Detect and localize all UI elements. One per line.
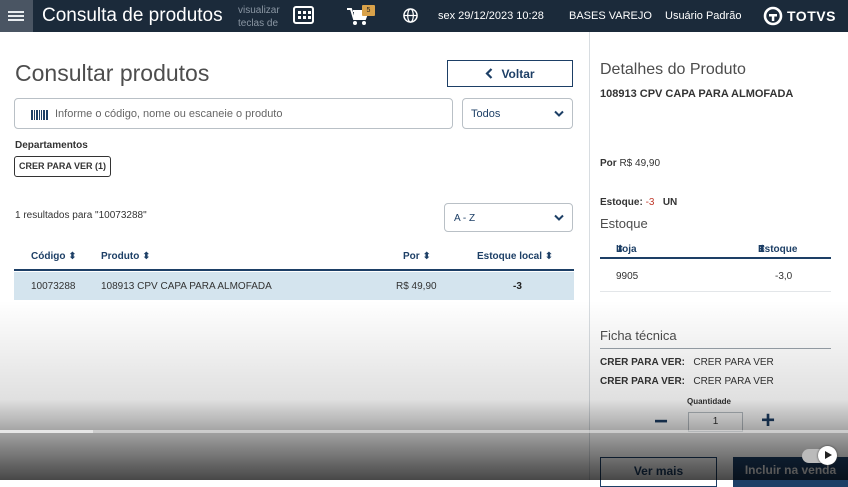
video-progress-fill bbox=[0, 430, 94, 433]
see-more-button[interactable]: Ver mais bbox=[600, 457, 717, 487]
ficha-divider bbox=[600, 348, 831, 349]
sort-icon: ⬍ bbox=[616, 244, 625, 255]
filter-select-value: Todos bbox=[471, 108, 501, 120]
cell-loja: 9905 bbox=[616, 271, 639, 282]
stock-section-title: Estoque bbox=[600, 216, 648, 231]
detail-price: Por R$ 49,90 bbox=[600, 158, 660, 169]
ficha-tecnica-title: Ficha técnica bbox=[600, 328, 677, 343]
cell-estoque-local: -3 bbox=[513, 281, 522, 292]
keyboard-hint-text: visualizar teclas de bbox=[238, 5, 280, 29]
stock-value: -3 bbox=[645, 197, 655, 208]
price-value: R$ 49,90 bbox=[619, 158, 661, 169]
spec-row: CRER PARA VER: CRER PARA VER bbox=[600, 357, 774, 368]
spec-value: CRER PARA VER bbox=[693, 357, 774, 368]
spec-label: CRER PARA VER: bbox=[600, 376, 686, 387]
search-box[interactable] bbox=[14, 98, 453, 129]
detail-product-name: 108913 CPV CAPA PARA ALMOFADA bbox=[600, 88, 794, 100]
top-bar: Consulta de produtos visualizar teclas d… bbox=[0, 0, 848, 32]
stock-unit: UN bbox=[662, 197, 678, 208]
column-header-codigo[interactable]: Código ⬍ bbox=[31, 251, 77, 262]
video-progress-bar[interactable] bbox=[0, 430, 848, 433]
back-button[interactable]: Voltar bbox=[447, 60, 573, 87]
keyboard-icon[interactable] bbox=[293, 6, 314, 24]
cell-codigo: 10073288 bbox=[31, 281, 76, 292]
cell-produto: 108913 CPV CAPA PARA ALMOFADA bbox=[101, 281, 272, 292]
stock-label: Estoque: bbox=[600, 197, 643, 208]
department-chip[interactable]: CRER PARA VER (1) bbox=[14, 156, 112, 177]
totvs-logo-icon bbox=[763, 6, 783, 26]
video-overlay bbox=[0, 300, 848, 480]
search-input[interactable] bbox=[55, 104, 445, 124]
panel-divider bbox=[589, 32, 590, 480]
results-count: 1 resultados para "10073288" bbox=[15, 210, 147, 221]
quantity-label: Quantidade bbox=[687, 397, 732, 406]
table-header: Código ⬍ Produto ⬍ Por ⬍ Estoque local ⬍ bbox=[14, 243, 574, 271]
cell-estoque: -3,0 bbox=[775, 271, 793, 282]
brand-text: TOTVS bbox=[787, 8, 836, 24]
spec-row: CRER PARA VER: CRER PARA VER bbox=[600, 376, 774, 387]
page-title: Consultar produtos bbox=[15, 60, 210, 86]
column-header-por[interactable]: Por ⬍ bbox=[403, 251, 431, 262]
sort-icon: ⬍ bbox=[544, 251, 554, 262]
quantity-input[interactable]: 1 bbox=[688, 412, 743, 432]
sort-icon: ⬍ bbox=[758, 244, 767, 255]
filter-select[interactable]: Todos bbox=[462, 98, 573, 129]
detail-stock: Estoque: -3 UN bbox=[600, 197, 677, 208]
sort-select-value: A - Z bbox=[454, 213, 476, 224]
menu-icon bbox=[8, 11, 24, 13]
branch-name[interactable]: BASES VAREJO bbox=[569, 10, 652, 22]
spec-value: CRER PARA VER bbox=[693, 376, 774, 387]
products-table: Código ⬍ Produto ⬍ Por ⬍ Estoque local ⬍… bbox=[14, 243, 574, 300]
autoplay-toggle[interactable] bbox=[802, 446, 837, 465]
user-name[interactable]: Usuário Padrão bbox=[665, 10, 741, 22]
column-header-produto[interactable]: Produto ⬍ bbox=[101, 251, 151, 262]
barcode-icon bbox=[31, 110, 48, 120]
menu-button[interactable] bbox=[0, 0, 33, 32]
table-row[interactable]: 10073288 108913 CPV CAPA PARA ALMOFADA R… bbox=[14, 272, 574, 300]
back-button-label: Voltar bbox=[501, 66, 535, 81]
cell-por: R$ 49,90 bbox=[396, 281, 437, 292]
detail-title: Detalhes do Produto bbox=[600, 61, 746, 78]
price-label: Por bbox=[600, 158, 617, 169]
globe-icon[interactable] bbox=[403, 8, 418, 23]
spec-label: CRER PARA VER: bbox=[600, 357, 686, 368]
datetime: sex 29/12/2023 10:28 bbox=[438, 10, 544, 22]
sort-icon: ⬍ bbox=[422, 251, 431, 262]
play-icon bbox=[818, 446, 837, 465]
stock-table-row: 9905 -3,0 bbox=[600, 262, 831, 292]
app-title: Consulta de produtos bbox=[42, 5, 223, 26]
sort-icon: ⬍ bbox=[68, 251, 77, 262]
chevron-left-icon bbox=[485, 68, 493, 79]
stock-table-header: Loja ⬍ Estoque ⬍ bbox=[600, 236, 831, 259]
sort-select[interactable]: A - Z bbox=[444, 203, 573, 232]
cart-badge: 5 bbox=[362, 5, 375, 16]
quantity-decrement-button[interactable]: − bbox=[649, 410, 673, 434]
brand-logo: TOTVS bbox=[763, 6, 836, 26]
chevron-down-icon bbox=[554, 214, 564, 221]
chevron-down-icon bbox=[554, 110, 564, 117]
departments-label: Departamentos bbox=[15, 140, 88, 151]
column-header-estoque-local[interactable]: Estoque local ⬍ bbox=[477, 251, 553, 262]
sort-icon: ⬍ bbox=[142, 251, 151, 262]
